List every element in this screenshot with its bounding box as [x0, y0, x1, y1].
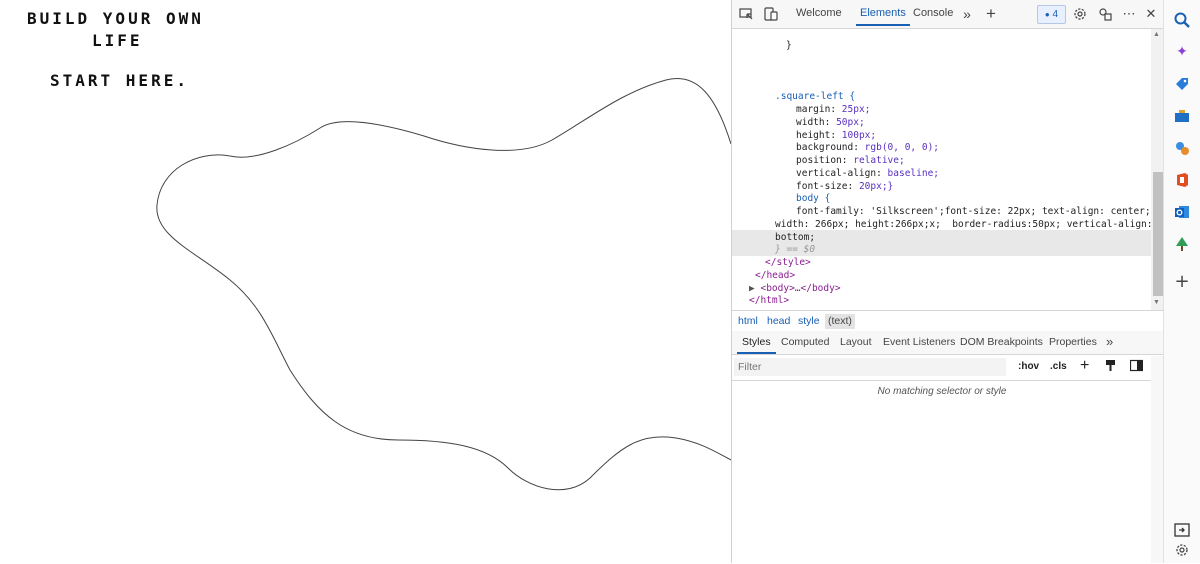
more-tabs-icon[interactable]: » [959, 6, 975, 22]
code-line: width: 266px; height:266px;x; border-rad… [775, 219, 1152, 230]
code-line: body { [796, 193, 831, 204]
page-viewport: BUILD YOUR OWN LIFE START HERE. [0, 0, 731, 563]
add-icon[interactable]: + [1173, 273, 1191, 291]
styles-pane-tabs: Styles Computed Layout Event Listeners D… [732, 331, 1164, 355]
code-line: .square-left { [775, 91, 856, 102]
tab-event-listeners[interactable]: Event Listeners [883, 336, 955, 348]
issues-badge[interactable]: ● 4 [1037, 5, 1066, 24]
more-pane-tabs-icon[interactable]: » [1106, 334, 1113, 349]
no-match-message: No matching selector or style [877, 386, 1007, 397]
source-scrollbar-thumb[interactable] [1153, 172, 1163, 296]
code-line[interactable]: </head> [755, 270, 795, 283]
devtools-panel: Welcome Elements Console » + ● 4 ⋯ ✕ } .… [731, 0, 1164, 563]
tab-layout[interactable]: Layout [840, 336, 872, 348]
tab-welcome[interactable]: Welcome [796, 7, 842, 19]
more-options-icon[interactable]: ⋯ [1121, 6, 1137, 22]
sidebar-toggle-icon[interactable] [1173, 521, 1191, 539]
tab-styles[interactable]: Styles [737, 336, 776, 354]
code-line[interactable]: ▶ <body>…</body> [749, 283, 841, 296]
games-icon[interactable] [1173, 139, 1191, 157]
breadcrumb-style[interactable]: style [798, 315, 820, 327]
code-line: margin: 25px; [796, 104, 871, 115]
issues-icon: ● [1044, 10, 1050, 19]
code-line: background: rgb(0, 0, 0); [796, 142, 940, 153]
devtools-toolbar: Welcome Elements Console » + ● 4 ⋯ ✕ [732, 0, 1164, 29]
code-line: vertical-align: baseline; [796, 168, 940, 179]
paint-brush-icon[interactable] [1105, 359, 1117, 375]
add-tab-icon[interactable]: + [983, 5, 999, 22]
breadcrumb-html[interactable]: html [738, 315, 758, 327]
tree-icon[interactable] [1173, 235, 1191, 253]
tab-computed[interactable]: Computed [781, 336, 829, 348]
inspect-icon[interactable] [738, 6, 754, 22]
settings-icon[interactable] [1072, 6, 1088, 22]
code-line: font-size: 20px;} [796, 181, 894, 192]
breadcrumb-text[interactable]: (text) [825, 314, 855, 329]
styles-filter-input[interactable] [734, 358, 1006, 376]
elements-source-tree[interactable]: } .square-left { margin: 25px; width: 50… [732, 29, 1152, 310]
tab-properties[interactable]: Properties [1049, 336, 1097, 348]
issues-count: 4 [1052, 9, 1059, 20]
code-line: } [786, 40, 792, 51]
scroll-up-icon[interactable]: ▲ [1153, 31, 1160, 38]
tab-console[interactable]: Console [913, 7, 953, 19]
code-line: width: 50px; [796, 117, 865, 128]
new-style-rule-button[interactable]: + [1080, 357, 1089, 375]
hov-toggle[interactable]: :hov [1018, 361, 1039, 372]
browser-sidebar: ✦ + [1163, 0, 1200, 563]
search-icon[interactable] [1173, 11, 1191, 29]
office-icon[interactable] [1173, 171, 1191, 189]
styles-filter-bar: :hov .cls + [732, 356, 1152, 381]
outlook-icon[interactable] [1173, 203, 1191, 221]
cls-toggle[interactable]: .cls [1050, 361, 1067, 372]
shopping-icon[interactable] [1173, 75, 1191, 93]
customize-icon[interactable] [1097, 6, 1113, 22]
toggle-sidebar-icon[interactable] [1129, 359, 1144, 375]
copilot-icon[interactable]: ✦ [1173, 43, 1191, 61]
tab-elements[interactable]: Elements [856, 7, 910, 26]
code-line[interactable]: </style> [765, 257, 811, 270]
code-line: } == $0 [775, 244, 816, 255]
breadcrumb: html head style (text) [732, 310, 1164, 332]
blob-outline [156, 78, 731, 491]
close-icon[interactable]: ✕ [1143, 6, 1159, 22]
tab-dom-breakpoints[interactable]: DOM Breakpoints [960, 336, 1043, 348]
sidebar-settings-icon[interactable] [1173, 541, 1191, 559]
code-line: bottom; [775, 232, 816, 243]
scroll-down-icon[interactable]: ▼ [1153, 299, 1160, 306]
code-line: height: 100px; [796, 130, 877, 141]
device-toggle-icon[interactable] [763, 6, 779, 22]
tools-icon[interactable] [1173, 107, 1191, 125]
code-line[interactable]: </html> [749, 295, 789, 308]
expand-triangle-icon[interactable]: ▶ [749, 283, 755, 294]
code-line: position: relative; [796, 155, 905, 166]
code-line: font-family: 'Silkscreen';font-size: 22p… [796, 206, 1151, 217]
breadcrumb-head[interactable]: head [767, 315, 790, 327]
